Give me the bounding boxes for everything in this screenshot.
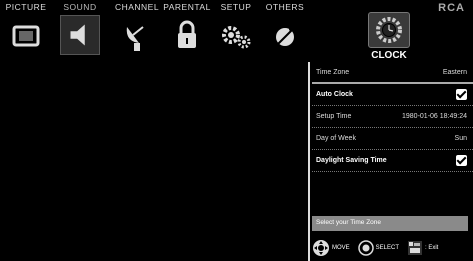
tab-channel-label: CHANNEL [114,2,160,12]
speaker-icon [60,15,100,55]
tab-setup-label: SETUP [220,2,252,12]
tab-parental[interactable]: PARENTAL [162,2,212,58]
tab-parental-label: PARENTAL [163,2,211,12]
tab-picture-label: PICTURE [5,2,47,12]
hint-exit: : Exit [407,240,438,256]
hint-select-label: SELECT [375,245,400,251]
hint-move-label: MOVE [332,245,350,251]
setting-value: 1980-01-06 18:49:24 [402,113,467,120]
panel-divider [308,62,310,261]
setting-value: Sun [454,135,467,142]
dpad-icon [313,240,329,256]
tab-picture[interactable]: PICTURE [2,2,50,58]
setting-row-day-of-week[interactable]: Day of Week Sun [312,128,473,150]
tab-others-label: OTHERS [265,2,305,12]
tv-icon [12,25,40,47]
tab-setup[interactable]: SETUP [213,2,259,58]
section-title: CLOCK [371,50,407,61]
satellite-dish-icon [126,26,144,51]
section-icon-box [368,12,410,48]
setting-row-auto-clock[interactable]: Auto Clock [312,84,473,106]
setting-row-setup-time[interactable]: Setup Time 1980-01-06 18:49:24 [312,106,473,128]
tab-channel[interactable]: CHANNEL [112,2,162,58]
tab-sound[interactable]: SOUND [55,2,105,58]
lock-icon [178,20,196,48]
brand-logo: RCA [438,2,465,14]
hint-select: SELECT [357,240,400,256]
footer-hints: MOVE SELECT : Exit [312,238,473,258]
checkbox-checked-icon[interactable] [456,155,467,166]
checkbox-checked-icon[interactable] [456,89,467,100]
help-text: Select your Time Zone [312,216,468,231]
setting-row-daylight-saving[interactable]: Daylight Saving Time [312,150,473,172]
menu-bar: PICTURE SOUND CHANNEL PARENTAL SETUP OTH… [0,0,473,62]
hint-exit-label: : Exit [425,245,439,251]
gears-icon [222,26,251,49]
setting-row-time-zone[interactable]: Time Zone Eastern [312,62,473,84]
tab-others[interactable]: OTHERS [262,2,308,58]
setting-label: Auto Clock [316,91,353,98]
satellite-icon [276,27,294,46]
tab-sound-label: SOUND [63,2,97,12]
setting-label: Day of Week [316,135,356,142]
clock-settings-panel: Time Zone Eastern Auto Clock Setup Time … [312,62,473,172]
select-button-icon [357,240,374,256]
setting-label: Daylight Saving Time [316,157,387,164]
clock-gear-icon [376,17,402,43]
setting-label: Setup Time [316,113,352,120]
hint-move: MOVE [312,239,350,257]
setting-label: Time Zone [316,68,350,76]
exit-icon [408,241,423,255]
setting-value: Eastern [442,68,467,76]
